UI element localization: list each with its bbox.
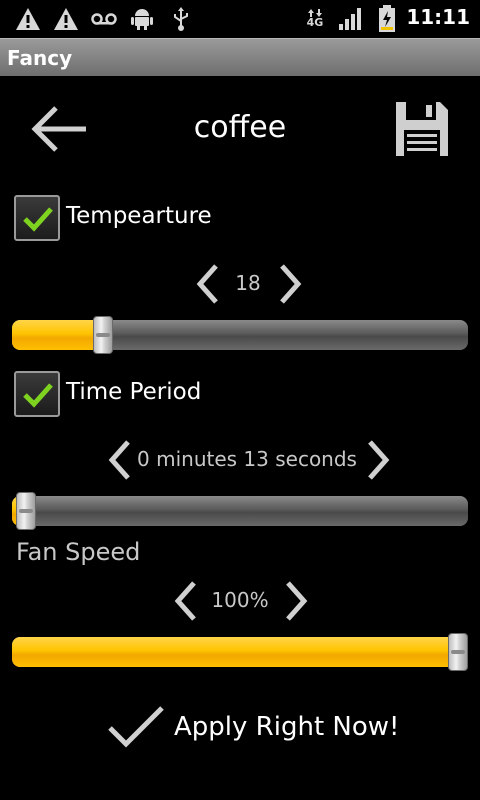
- temperature-value: 18: [235, 271, 261, 295]
- app-title-bar: Fancy: [0, 38, 480, 76]
- fan-speed-label: Fan Speed: [16, 538, 141, 566]
- time-period-label: Time Period: [66, 379, 202, 405]
- time-period-value: 0 minutes 13 seconds: [137, 447, 357, 471]
- slider-thumb[interactable]: [448, 633, 468, 671]
- chevron-right-icon: [280, 264, 302, 304]
- back-button[interactable]: [30, 104, 88, 154]
- voicemail-icon: [90, 6, 118, 32]
- battery-charging-icon: [376, 5, 398, 32]
- checkmark-icon: [23, 207, 53, 232]
- slider-fill: [12, 637, 458, 667]
- slider-thumb[interactable]: [93, 316, 114, 354]
- time-period-slider[interactable]: [12, 492, 468, 530]
- warning-icon: [52, 6, 80, 32]
- checkmark-icon: [23, 383, 53, 408]
- checkmark-icon: [108, 706, 164, 748]
- temperature-slider[interactable]: [12, 316, 468, 354]
- temperature-checkbox[interactable]: [14, 195, 60, 241]
- usb-icon: [170, 6, 192, 32]
- status-bar: 4G 11:11: [0, 0, 480, 38]
- temperature-increase-button[interactable]: [276, 262, 306, 306]
- slider-thumb[interactable]: [15, 492, 36, 530]
- android-icon: [130, 6, 154, 32]
- fan-speed-decrease-button[interactable]: [170, 579, 200, 623]
- floppy-disk-icon: [396, 102, 448, 156]
- save-button[interactable]: [394, 100, 450, 158]
- apply-now-button[interactable]: Apply Right Now!: [100, 700, 400, 760]
- record-name: coffee: [193, 110, 287, 145]
- app-title: Fancy: [7, 46, 73, 70]
- warning-icon: [14, 6, 42, 32]
- time-period-increase-button[interactable]: [364, 438, 394, 482]
- 4g-data-icon: 4G: [302, 6, 328, 32]
- chevron-left-icon: [174, 581, 196, 621]
- fan-speed-value: 100%: [211, 588, 269, 612]
- signal-icon: [338, 6, 364, 32]
- slider-fill: [12, 320, 104, 350]
- fan-speed-slider[interactable]: [12, 633, 468, 671]
- chevron-right-icon: [286, 581, 308, 621]
- chevron-right-icon: [368, 440, 390, 480]
- status-time: 11:11: [406, 5, 470, 29]
- back-arrow-icon: [31, 106, 86, 152]
- fan-speed-increase-button[interactable]: [282, 579, 312, 623]
- apply-now-label: Apply Right Now!: [174, 712, 400, 742]
- temperature-label: Tempearture: [66, 203, 212, 229]
- time-period-checkbox[interactable]: [14, 371, 60, 417]
